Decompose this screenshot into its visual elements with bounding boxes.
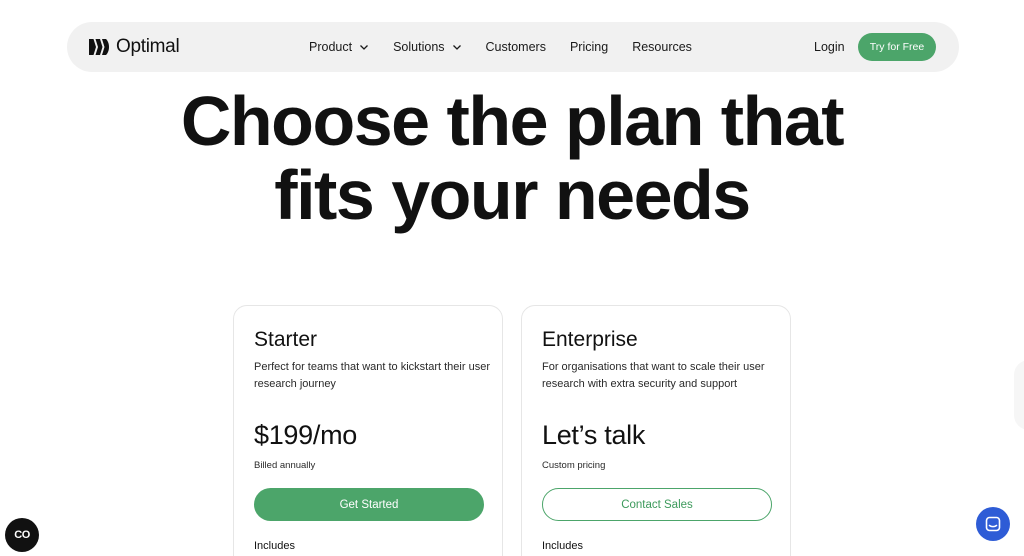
plan-price: Let’s talk <box>542 420 646 450</box>
login-link[interactable]: Login <box>814 40 845 54</box>
try-for-free-button[interactable]: Try for Free <box>858 33 936 61</box>
logo-text: Optimal <box>116 36 180 57</box>
top-navigation: Optimal Product Solutions Customers Pric… <box>67 22 959 72</box>
plan-description: Perfect for teams that want to kickstart… <box>254 361 490 390</box>
nav-item-resources[interactable]: Resources <box>632 40 692 54</box>
get-started-button[interactable]: Get Started <box>254 488 484 521</box>
plan-card-enterprise: Enterprise For organisations that want t… <box>521 305 791 556</box>
nav-item-label: Product <box>309 40 353 54</box>
page-title-line-1: Choose the plan that <box>180 82 845 160</box>
logo-icon <box>89 39 109 55</box>
nav-links: Product Solutions Customers Pricing Reso… <box>309 22 692 72</box>
nav-item-label: Pricing <box>569 40 609 54</box>
plan-description: For organisations that want to scale the… <box>542 361 765 390</box>
plan-includes-heading: Includes <box>254 540 295 552</box>
chevron-down-icon <box>360 45 369 50</box>
plan-card-starter: Starter Perfect for teams that want to k… <box>233 305 503 556</box>
page-title: Choose the plan that fits your needs <box>0 84 1024 232</box>
chevron-down-icon <box>452 45 461 50</box>
plan-includes-heading: Includes <box>542 540 583 552</box>
page-title-line-2: fits your needs <box>274 156 751 234</box>
nav-item-label: Customers <box>485 40 546 54</box>
nav-item-customers[interactable]: Customers <box>486 40 546 54</box>
chat-launcher-button[interactable] <box>976 507 1010 541</box>
nav-item-solutions[interactable]: Solutions <box>393 40 461 54</box>
plan-price: $199/mo <box>254 420 357 450</box>
nav-item-pricing[interactable]: Pricing <box>570 40 608 54</box>
plan-name: Starter <box>254 328 318 351</box>
nav-item-label: Solutions <box>393 40 445 54</box>
contact-sales-button[interactable]: Contact Sales <box>542 488 772 521</box>
cookie-settings-button[interactable]: CO <box>5 518 39 552</box>
plan-name: Enterprise <box>542 328 638 351</box>
plan-price-note: Custom pricing <box>542 460 606 471</box>
nav-item-product[interactable]: Product <box>309 40 369 54</box>
nav-item-label: Resources <box>632 40 692 54</box>
chat-icon <box>985 516 1001 532</box>
logo[interactable]: Optimal <box>89 36 180 58</box>
side-panel-edge <box>1014 360 1024 430</box>
plan-price-note: Billed annually <box>254 460 316 471</box>
